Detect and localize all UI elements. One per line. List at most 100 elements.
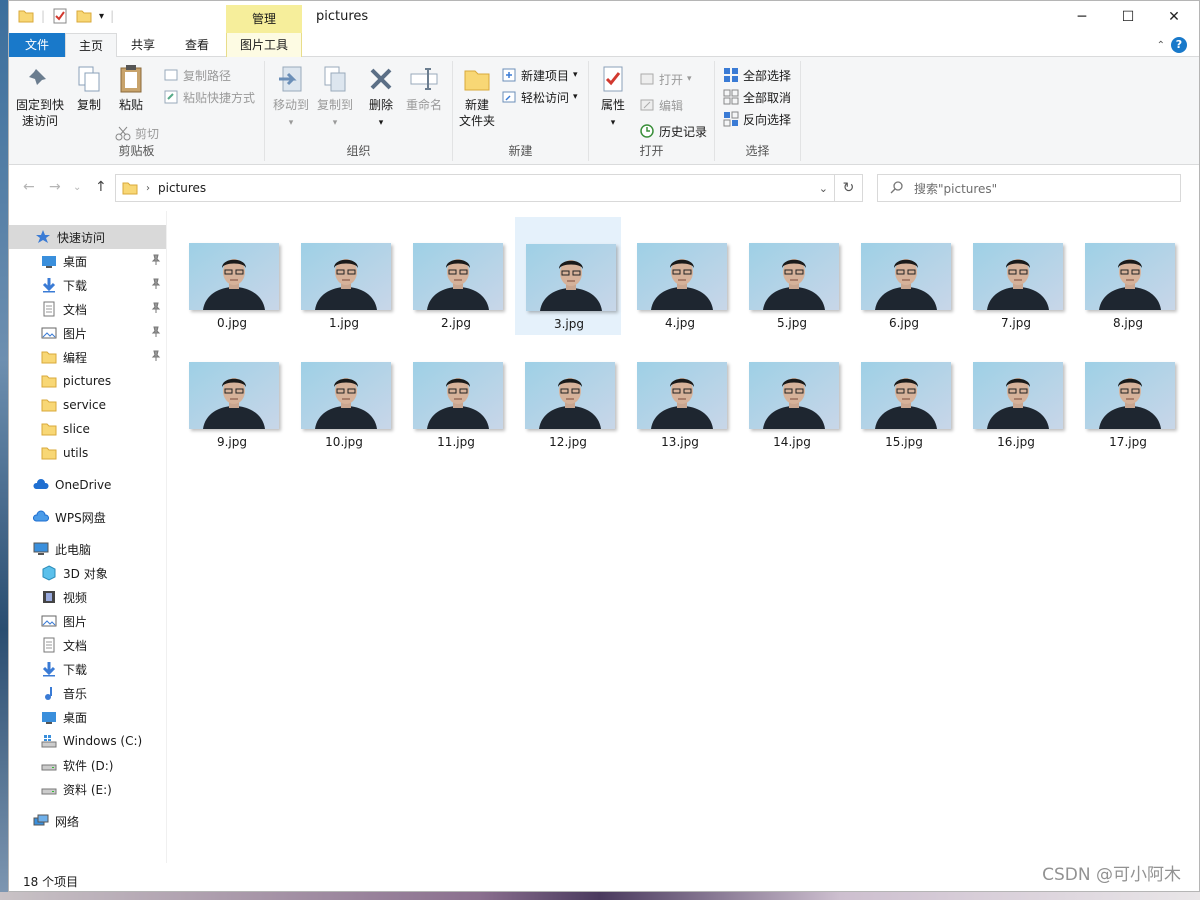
pin-icon[interactable] [150,254,162,266]
breadcrumb-pictures[interactable]: pictures [158,181,206,195]
new-item-icon [501,67,517,83]
nav-item-documents-pc[interactable]: 文档 [9,633,166,657]
copy-path-button[interactable]: 复制路径 [163,65,231,85]
nav-item-music[interactable]: 音乐 [9,681,166,705]
breadcrumb-chevron-icon[interactable]: › [146,183,150,194]
file-tile[interactable]: 17.jpg [1075,336,1181,454]
pin-quick-access-button[interactable]: 固定到快 速访问 [15,63,65,129]
help-icon[interactable]: ? [1171,37,1187,53]
nav-item-documents[interactable]: 文档 [9,297,166,321]
download-arrow-icon [41,661,57,677]
file-tile[interactable]: 7.jpg [963,217,1069,335]
move-to-button[interactable]: 移动到 ▾ [269,63,313,131]
properties-button[interactable]: 属性 ▾ [593,63,633,131]
nav-wps-drive[interactable]: WPS网盘 [9,505,166,529]
qat-dropdown-icon[interactable]: ▾ [99,11,104,22]
copy-to-button[interactable]: 复制到 ▾ [313,63,357,131]
invert-selection-icon [723,111,739,127]
nav-item-desktop[interactable]: 桌面 [9,249,166,273]
select-none-icon [723,89,739,105]
edit-button[interactable]: 编辑 [639,95,683,115]
close-button[interactable]: ✕ [1151,1,1197,33]
new-item-button[interactable]: 新建项目 ▾ [501,65,578,85]
nav-item-programming[interactable]: 编程 [9,345,166,369]
tab-file[interactable]: 文件 [9,33,65,57]
nav-item-utils[interactable]: utils [9,441,166,465]
nav-item-drive-c[interactable]: Windows (C:) [9,729,166,753]
history-button[interactable]: 历史记录 [639,121,707,141]
nav-quick-access[interactable]: 快速访问 [9,225,166,249]
pin-icon[interactable] [150,350,162,362]
file-tile[interactable]: 14.jpg [739,336,845,454]
back-arrow-icon[interactable]: ← [23,179,35,195]
refresh-button[interactable]: ↻ [835,174,863,202]
file-tile[interactable]: 2.jpg [403,217,509,335]
nav-item-videos[interactable]: 视频 [9,585,166,609]
paste-shortcut-button[interactable]: 粘贴快捷方式 [163,87,255,107]
file-tile[interactable]: 9.jpg [179,336,285,454]
easy-access-button[interactable]: 轻松访问 ▾ [501,87,578,107]
file-tile[interactable]: 0.jpg [179,217,285,335]
file-tile[interactable]: 8.jpg [1075,217,1181,335]
clipboard-group-label: 剪贴板 [118,144,155,158]
copy-button[interactable]: 复制 [69,63,109,113]
properties-check-icon[interactable] [51,7,69,25]
file-tile[interactable]: 10.jpg [291,336,397,454]
up-arrow-icon[interactable]: ↑ [95,179,107,195]
nav-item-drive-d[interactable]: 软件 (D:) [9,753,166,777]
file-tile[interactable]: 1.jpg [291,217,397,335]
select-none-button[interactable]: 全部取消 [723,87,791,107]
nav-item-drive-e[interactable]: 资料 (E:) [9,777,166,801]
nav-item-service[interactable]: service [9,393,166,417]
invert-selection-button[interactable]: 反向选择 [723,109,791,129]
context-tab-header-manage[interactable]: 管理 [226,5,302,33]
nav-item-pictures-lib[interactable]: 图片 [9,321,166,345]
file-tile[interactable]: 4.jpg [627,217,733,335]
paste-button[interactable]: 粘贴 [111,63,151,113]
rename-button[interactable]: 重命名 [401,63,447,113]
file-tile[interactable]: 12.jpg [515,336,621,454]
file-tile[interactable]: 6.jpg [851,217,957,335]
tab-share[interactable]: 共享 [117,33,169,57]
folder-icon[interactable] [17,7,35,25]
file-tile[interactable]: 11.jpg [403,336,509,454]
nav-onedrive[interactable]: OneDrive [9,473,166,497]
search-box[interactable]: 搜索"pictures" [877,174,1181,202]
file-tile[interactable]: 3.jpg [515,217,621,335]
tab-view[interactable]: 查看 [171,33,223,57]
nav-item-3d-objects[interactable]: 3D 对象 [9,561,166,585]
nav-item-desktop-pc[interactable]: 桌面 [9,705,166,729]
nav-network[interactable]: 网络 [9,809,166,833]
nav-item-pictures-folder[interactable]: pictures [9,369,166,393]
new-folder-icon[interactable] [75,7,93,25]
pin-icon[interactable] [150,302,162,314]
new-folder-button[interactable]: 新建 文件夹 [457,63,497,129]
cut-button[interactable]: 剪切 [115,123,159,143]
pin-icon[interactable] [150,326,162,338]
copy-to-icon [324,66,346,92]
recent-dropdown-icon[interactable]: ⌄ [73,182,81,193]
address-field[interactable]: › pictures ⌄ [115,174,835,202]
minimize-button[interactable]: ─ [1059,1,1105,33]
pin-icon[interactable] [150,278,162,290]
nav-this-pc[interactable]: 此电脑 [9,537,166,561]
file-tile[interactable]: 5.jpg [739,217,845,335]
address-dropdown-icon[interactable]: ⌄ [819,182,828,195]
maximize-button[interactable]: ☐ [1105,1,1151,33]
nav-item-downloads[interactable]: 下载 [9,273,166,297]
file-tile[interactable]: 13.jpg [627,336,733,454]
open-button[interactable]: 打开 ▾ [639,69,692,89]
select-all-button[interactable]: 全部选择 [723,65,791,85]
file-tile[interactable]: 15.jpg [851,336,957,454]
file-tile[interactable]: 16.jpg [963,336,1069,454]
tab-picture-tools[interactable]: 图片工具 [226,33,302,57]
delete-button[interactable]: 删除 ▾ [363,63,399,131]
ribbon-expand-icon[interactable]: ⌃ [1157,40,1165,51]
move-to-label: 移动到 [272,98,309,112]
nav-item-downloads-pc[interactable]: 下载 [9,657,166,681]
nav-item-pictures-pc[interactable]: 图片 [9,609,166,633]
nav-item-slice[interactable]: slice [9,417,166,441]
qat-separator-2: | [110,9,115,23]
tab-home[interactable]: 主页 [65,33,117,58]
forward-arrow-icon[interactable]: → [49,179,61,195]
